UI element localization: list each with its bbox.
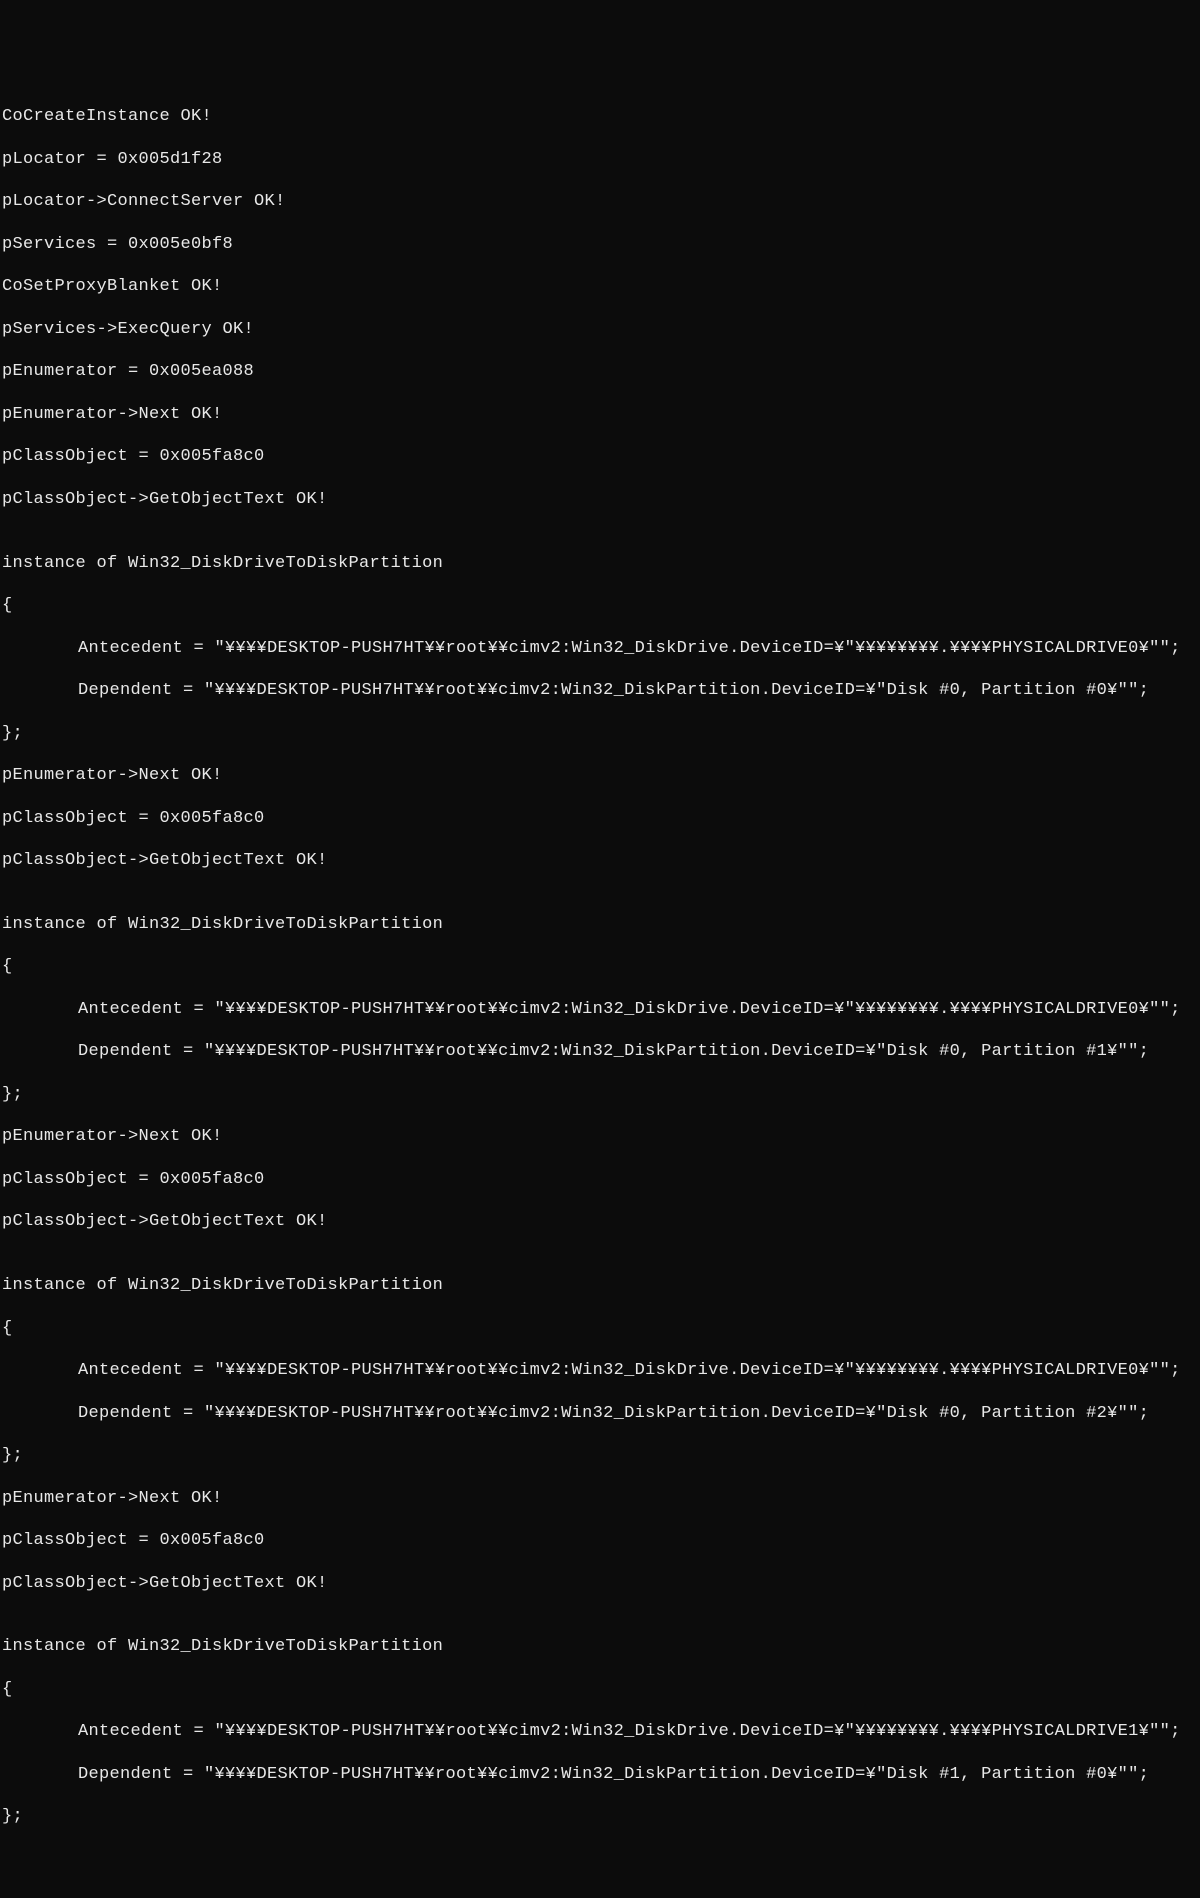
output-line: pLocator = 0x005d1f28 xyxy=(2,149,1198,170)
instance-header: instance of Win32_DiskDriveToDiskPartiti… xyxy=(2,1636,1198,1657)
output-line: pClassObject->GetObjectText OK! xyxy=(2,850,1198,871)
brace-close: }; xyxy=(2,723,1198,744)
output-line: pServices->ExecQuery OK! xyxy=(2,319,1198,340)
dependent-line: Dependent = "¥¥¥¥DESKTOP-PUSH7HT¥¥root¥¥… xyxy=(2,680,1198,701)
dependent-line: Dependent = "¥¥¥¥DESKTOP-PUSH7HT¥¥root¥¥… xyxy=(2,1041,1198,1062)
terminal-output: CoCreateInstance OK! pLocator = 0x005d1f… xyxy=(0,85,1200,1849)
output-line: pLocator->ConnectServer OK! xyxy=(2,191,1198,212)
dependent-line: Dependent = "¥¥¥¥DESKTOP-PUSH7HT¥¥root¥¥… xyxy=(2,1764,1198,1785)
output-line: pClassObject = 0x005fa8c0 xyxy=(2,1169,1198,1190)
antecedent-line: Antecedent = "¥¥¥¥DESKTOP-PUSH7HT¥¥root¥… xyxy=(2,1360,1198,1381)
brace-open: { xyxy=(2,1679,1198,1700)
dependent-line: Dependent = "¥¥¥¥DESKTOP-PUSH7HT¥¥root¥¥… xyxy=(2,1403,1198,1424)
brace-close: }; xyxy=(2,1084,1198,1105)
instance-header: instance of Win32_DiskDriveToDiskPartiti… xyxy=(2,914,1198,935)
brace-close: }; xyxy=(2,1445,1198,1466)
output-line: pClassObject = 0x005fa8c0 xyxy=(2,808,1198,829)
output-line: pClassObject->GetObjectText OK! xyxy=(2,1211,1198,1232)
antecedent-line: Antecedent = "¥¥¥¥DESKTOP-PUSH7HT¥¥root¥… xyxy=(2,638,1198,659)
antecedent-line: Antecedent = "¥¥¥¥DESKTOP-PUSH7HT¥¥root¥… xyxy=(2,999,1198,1020)
output-line: CoCreateInstance OK! xyxy=(2,106,1198,127)
output-line: pClassObject = 0x005fa8c0 xyxy=(2,446,1198,467)
antecedent-line: Antecedent = "¥¥¥¥DESKTOP-PUSH7HT¥¥root¥… xyxy=(2,1721,1198,1742)
output-line: pClassObject->GetObjectText OK! xyxy=(2,1573,1198,1594)
output-line: pEnumerator = 0x005ea088 xyxy=(2,361,1198,382)
output-line: pServices = 0x005e0bf8 xyxy=(2,234,1198,255)
brace-open: { xyxy=(2,956,1198,977)
instance-header: instance of Win32_DiskDriveToDiskPartiti… xyxy=(2,1275,1198,1296)
output-line: pEnumerator->Next OK! xyxy=(2,765,1198,786)
output-line: CoSetProxyBlanket OK! xyxy=(2,276,1198,297)
brace-open: { xyxy=(2,595,1198,616)
output-line: pEnumerator->Next OK! xyxy=(2,404,1198,425)
instance-header: instance of Win32_DiskDriveToDiskPartiti… xyxy=(2,553,1198,574)
brace-open: { xyxy=(2,1318,1198,1339)
output-line: pEnumerator->Next OK! xyxy=(2,1126,1198,1147)
brace-close: }; xyxy=(2,1806,1198,1827)
output-line: pClassObject = 0x005fa8c0 xyxy=(2,1530,1198,1551)
output-line: pEnumerator->Next OK! xyxy=(2,1488,1198,1509)
output-line: pClassObject->GetObjectText OK! xyxy=(2,489,1198,510)
